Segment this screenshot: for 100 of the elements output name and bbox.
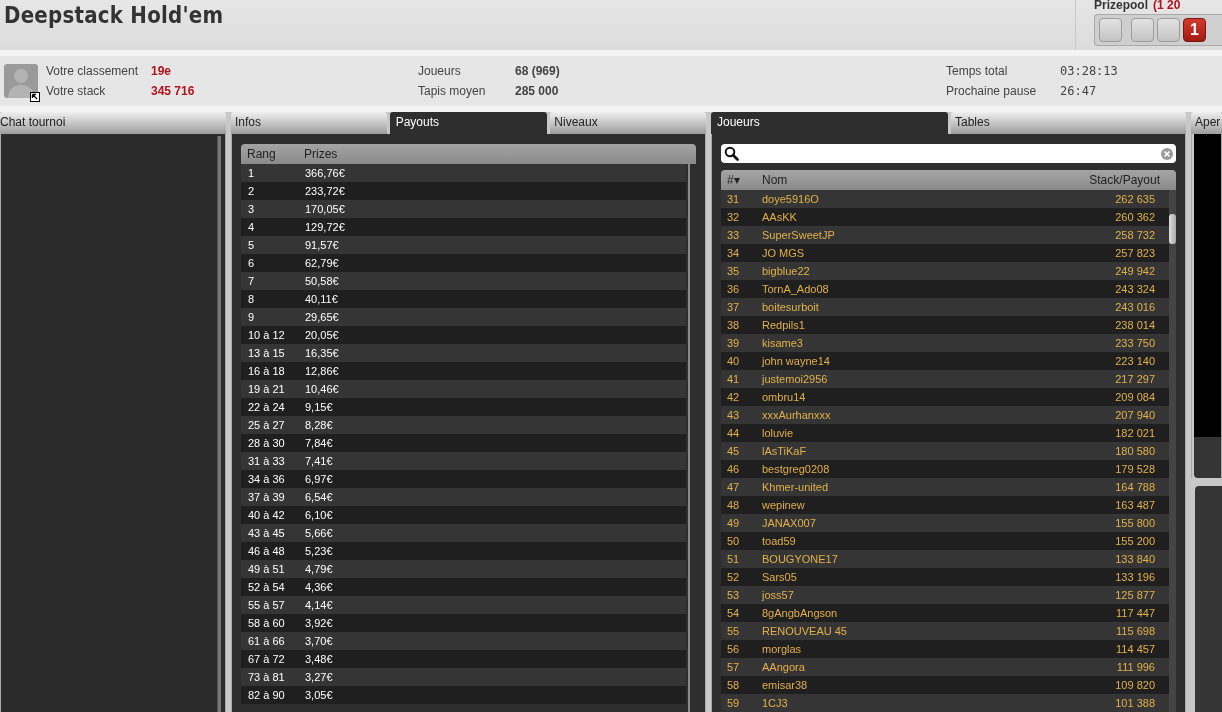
table-cell-text: lAsTiKaF [762,445,808,457]
table-cell-text: loluvie [762,427,795,439]
table-cell-text: 51 [727,553,741,565]
table-cell: 7,84€ [305,437,333,449]
table-cell-text: 48 [727,499,741,511]
table-cell-text: 32 [727,211,741,223]
counter-digit: 1 [1183,18,1206,42]
table-cell-text: 179 528 [1114,463,1156,475]
table-cell-text: SuperSweetJP [762,229,836,241]
table-cell: 91,57€ [305,239,339,251]
stat-label: Votre stack [46,84,107,98]
table-cell-text: 41 [727,373,741,385]
table-cell-text: 114 457 [1115,643,1156,655]
table-cell-text: 28 à 30 [248,437,286,449]
table-cell: 3,70€ [305,635,333,647]
scrollbar[interactable] [1169,190,1176,712]
table-cell-text: 163 487 [1114,499,1156,511]
table-cell-text: 1CJ3 [762,697,789,709]
table-cell-text: xxxAurhanxxx [762,409,832,421]
table-cell-text: 111 996 [1115,661,1156,673]
table-cell-text: 233 750 [1114,337,1156,349]
panel-tab[interactable]: Joueurs [711,112,948,134]
table-cell-text: 8 [248,293,256,305]
table-cell: 4,79€ [305,563,333,575]
table-cell-text: 182 021 [1114,427,1156,439]
table-cell-text: 31 [727,193,741,205]
table-cell-text: 46 [727,463,741,475]
table-cell-text: 117 447 [1115,607,1156,619]
table-cell-text: morglas [762,643,803,655]
table-cell-text: wepinew [762,499,806,511]
column-header[interactable]: Stack/Payout [1050,173,1170,187]
table-cell-text: Khmer-united [762,481,830,493]
table-cell-text: JANAX007 [762,517,817,529]
table-cell-text: 6 [248,257,256,269]
table-cell-text: 54 [727,607,741,619]
table-cell-text: 25 à 27 [248,419,286,431]
table-cell: 29,65€ [305,311,339,323]
table-cell-text: 262 635 [1114,193,1156,205]
search-field[interactable] [721,144,1176,163]
popout-arrow-icon[interactable] [30,92,40,102]
table-cell-text: 5 [248,239,256,251]
table-cell-text: 56 [727,643,741,655]
table-cell-text: 16 à 18 [248,365,286,377]
table-cell-text: 13 à 15 [248,347,286,359]
column-header[interactable]: Prizes [304,147,338,161]
table-cell-text: 243 324 [1114,283,1156,295]
table-cell: 62,79€ [305,257,339,269]
table-cell-text: 34 à 36 [248,473,286,485]
table-cell-text: 58 à 60 [248,617,286,629]
clear-icon[interactable] [1161,147,1173,160]
table-cell-text: kisame3 [762,337,804,349]
table-cell-text: TornA_Ado08 [762,283,830,295]
table-cell-text: 37 à 39 [248,491,286,503]
table-cell-text: 45 [727,445,741,457]
panel-tab[interactable]: Payouts [389,112,548,134]
column-header[interactable]: #▾ [727,173,762,187]
table-cell-text: doye5916O [762,193,820,205]
table-cell-text: 40 à 42 [248,509,286,521]
panel-tab[interactable]: Aper [1191,112,1222,134]
panel-tab[interactable]: Infos [231,112,387,134]
table-cell-text: 43 [727,409,741,421]
stat-label: Temps total [946,64,1009,78]
table-cell: 4,14€ [305,599,333,611]
table-cell-text: 133 196 [1114,571,1156,583]
table-cell-text: 164 788 [1114,481,1156,493]
stat-label: Prochaine pause [946,84,1038,98]
table-cell-text: 49 [727,517,741,529]
table-cell-text: 59 [727,697,741,709]
table-cell-text: 58 [727,679,741,691]
table-cell-text: 47 [727,481,741,493]
panel-tab[interactable]: Tables [951,112,1186,134]
table-cell-text: 33 [727,229,741,241]
table-cell: 16,35€ [305,347,339,359]
table-cell-text: 217 297 [1114,373,1156,385]
stat-label: Tapis moyen [418,84,487,98]
preview-footer [1194,437,1221,478]
table-cell-text: 7 [248,275,256,287]
panel-tab[interactable]: Niveaux [550,112,706,134]
table-cell-text: 155 800 [1114,517,1156,529]
scrollbar[interactable] [217,136,221,712]
table-cell-text: 109 820 [1114,679,1156,691]
scrollbar-thumb[interactable] [1169,214,1176,244]
stat-value: 68 (969) [515,64,560,78]
column-header[interactable]: Nom [762,173,1050,187]
table-cell-text: 4 [248,221,256,233]
panel-tab[interactable]: Chat tournoi [0,112,226,134]
table-cell: 3,27€ [305,671,333,683]
stat-value: 345 716 [151,84,195,98]
table-cell-text: boitesurboit [762,301,820,313]
table-cell: 233,72€ [305,185,345,197]
tournament-title: Deepstack Hold'em [4,2,224,30]
table-cell: 4,36€ [305,581,333,593]
table-cell-text: 10 à 12 [248,329,286,341]
column-header[interactable]: Rang [247,147,304,161]
table-cell-text: 9 [248,311,256,323]
table-cell: 20,05€ [305,329,339,341]
table-cell: 170,05€ [305,203,345,215]
table-cell-text: 3 [248,203,256,215]
table-cell-text: RENOUVEAU 45 [762,625,848,637]
table-cell-text: 44 [727,427,741,439]
